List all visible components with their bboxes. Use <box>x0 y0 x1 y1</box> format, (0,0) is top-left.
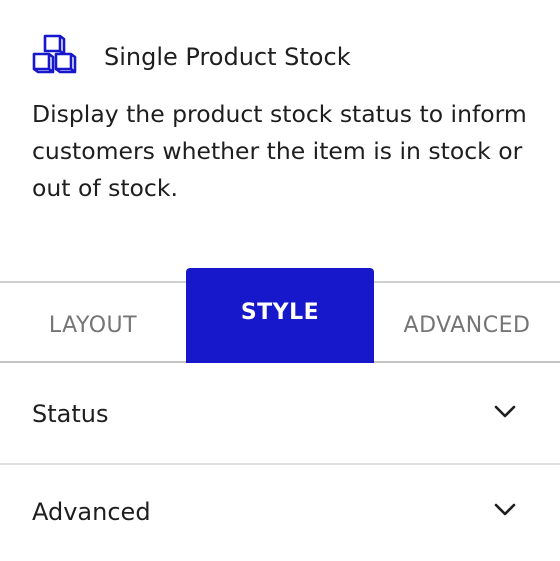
chevron-down-icon[interactable] <box>494 503 516 517</box>
block-description: Display the product stock status to info… <box>32 100 527 202</box>
panel-advanced-label: Advanced <box>32 498 151 526</box>
panel-status[interactable]: Status <box>0 365 560 465</box>
tab-layout[interactable]: LAYOUT <box>0 282 186 362</box>
panel-advanced[interactable]: Advanced <box>0 463 560 561</box>
inspector-tabs: LAYOUT STYLE ADVANCED <box>0 268 560 364</box>
block-title: Single Product Stock <box>104 43 351 71</box>
tab-advanced[interactable]: ADVANCED <box>374 282 560 362</box>
tab-style[interactable]: STYLE <box>186 268 374 363</box>
block-card: Single Product Stock Display the product… <box>0 0 560 202</box>
boxes-icon <box>32 34 78 80</box>
chevron-down-icon[interactable] <box>494 405 516 419</box>
panel-status-label: Status <box>32 400 109 428</box>
